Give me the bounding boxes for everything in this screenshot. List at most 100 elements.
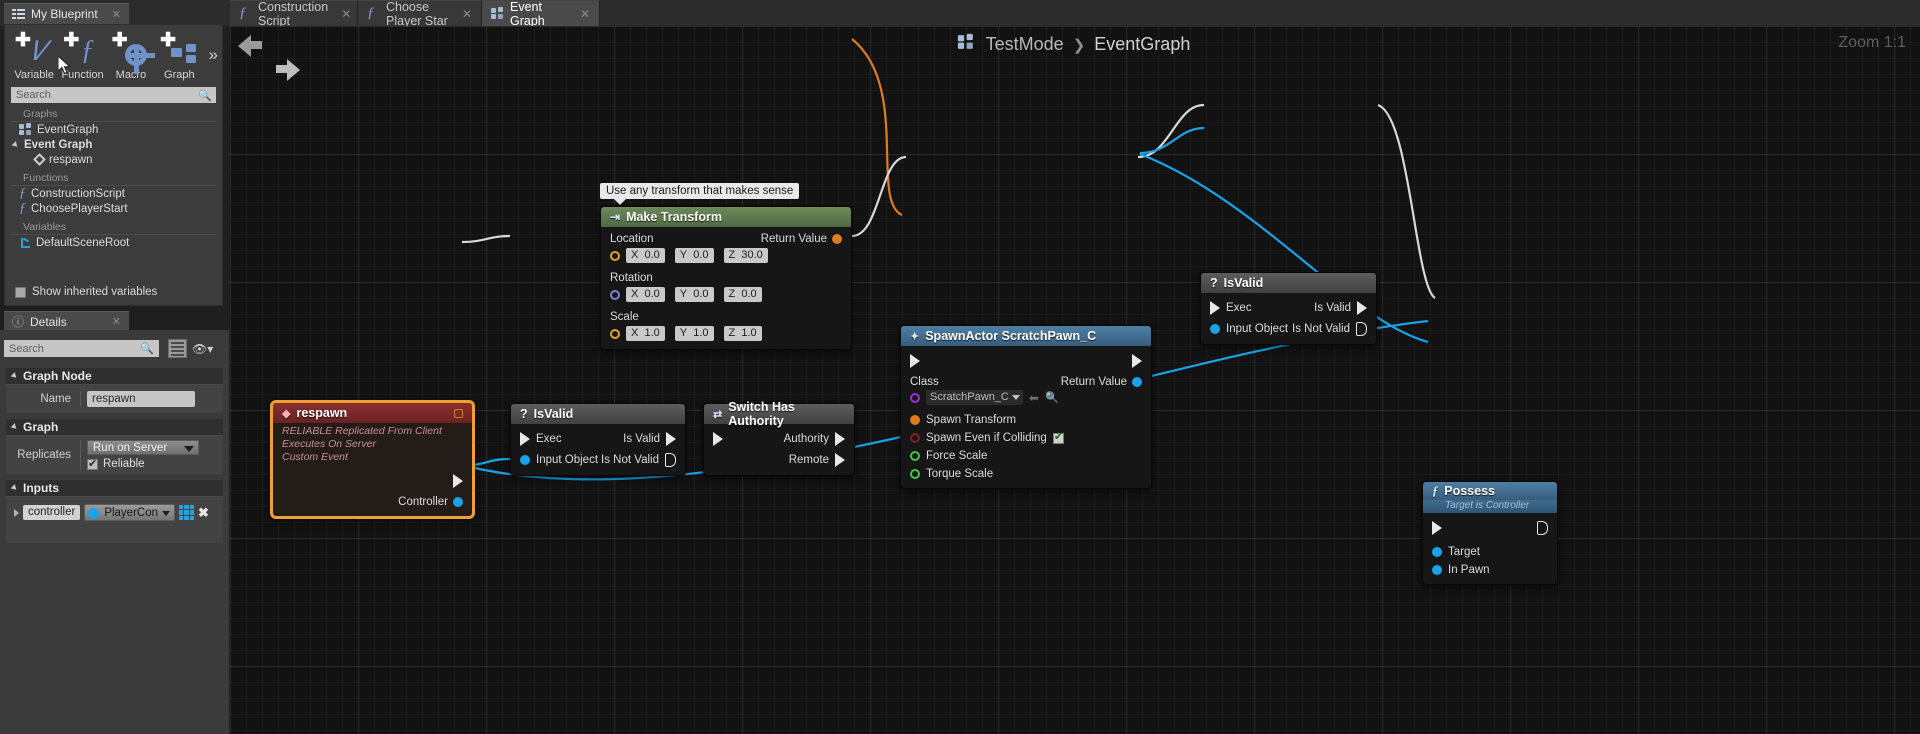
output-exec-pin-remote[interactable]: [835, 453, 845, 467]
collapse-triangle-icon[interactable]: [10, 372, 19, 380]
details-tab[interactable]: ⓘ Details ✕: [4, 311, 129, 331]
section-header-inputs[interactable]: Inputs: [6, 480, 223, 497]
node-delegate-pin[interactable]: [454, 408, 463, 418]
tree-item-eventgraph[interactable]: EventGraph: [5, 122, 222, 137]
input-pin-location[interactable]: [610, 250, 620, 261]
input-exec-pin[interactable]: [1432, 521, 1442, 535]
input-pin-force-scale[interactable]: [910, 451, 920, 461]
input-exec-pin[interactable]: [520, 432, 530, 446]
browse-search-icon[interactable]: 🔍: [1045, 391, 1059, 404]
expand-triangle-icon[interactable]: [14, 508, 19, 517]
my-blueprint-search-input[interactable]: Search 🔍: [11, 87, 216, 103]
input-exec-pin[interactable]: [1210, 301, 1220, 315]
name-field[interactable]: respawn: [87, 391, 195, 407]
rotation-z-field[interactable]: Z 0.0: [723, 287, 762, 302]
browse-back-icon[interactable]: ⬅: [1029, 391, 1039, 405]
input-pin-class[interactable]: [910, 392, 920, 403]
location-x-field[interactable]: X 0.0: [626, 248, 665, 263]
node-isvalid-2[interactable]: ? IsValid Exec Is Valid Input Object Is …: [1200, 272, 1377, 345]
tab-construction-script[interactable]: ƒ Construction Script ✕: [230, 0, 358, 28]
output-pin-return-value[interactable]: [1132, 377, 1142, 387]
output-exec-pin-is-valid[interactable]: [666, 432, 676, 446]
node-isvalid-1[interactable]: ? IsValid Exec Is Valid Input Object Is …: [510, 403, 686, 476]
tab-choose-player-star[interactable]: ƒ Choose Player Star ✕: [358, 0, 482, 28]
location-z-field[interactable]: Z 30.0: [723, 248, 768, 263]
node-make-transform[interactable]: ⇥ Make Transform Location Return Value X…: [600, 206, 852, 350]
output-exec-pin[interactable]: [1132, 354, 1142, 368]
section-title: Graph: [23, 420, 59, 434]
output-pin-return-value[interactable]: [832, 234, 842, 244]
replicates-dropdown[interactable]: Run on Server: [87, 440, 199, 455]
tree-item-defaultsceneroot[interactable]: DefaultSceneRoot: [5, 235, 222, 250]
section-header-graph-node[interactable]: Graph Node: [6, 368, 223, 385]
node-respawn-event[interactable]: ◆ respawn RELIABLE Replicated From Clien…: [272, 402, 473, 517]
breadcrumb-leaf[interactable]: EventGraph: [1094, 34, 1190, 55]
array-grid-icon[interactable]: [179, 505, 195, 520]
tree-item-event-graph-group[interactable]: Event Graph: [5, 137, 222, 152]
input-pin-torque-scale[interactable]: [910, 469, 920, 479]
output-exec-pin[interactable]: [453, 474, 463, 488]
input-pin-target[interactable]: [1432, 547, 1442, 557]
input-name-field[interactable]: controller: [23, 505, 81, 520]
output-exec-pin-is-valid[interactable]: [1357, 301, 1367, 315]
collapse-triangle-icon[interactable]: [10, 423, 19, 431]
pin-label-input-object: Input Object: [1226, 323, 1289, 335]
input-pin-rotation[interactable]: [610, 289, 620, 300]
close-icon[interactable]: ✕: [112, 315, 121, 328]
close-icon[interactable]: ✕: [580, 7, 590, 21]
eye-icon[interactable]: 👁▾: [192, 342, 213, 356]
show-inherited-variables-row[interactable]: Show inherited variables: [15, 286, 157, 298]
close-icon[interactable]: ✕: [341, 7, 351, 21]
tree-item-respawn[interactable]: respawn: [5, 152, 222, 167]
input-pin-input-object[interactable]: [1210, 324, 1220, 334]
output-exec-pin[interactable]: [1537, 521, 1548, 535]
rotation-x-field[interactable]: X 0.0: [626, 287, 665, 302]
grid-view-icon[interactable]: [168, 339, 187, 358]
tab-event-graph[interactable]: Event Graph ✕: [482, 0, 600, 28]
output-exec-pin-is-not-valid[interactable]: [1356, 322, 1367, 336]
collapse-triangle-icon[interactable]: [10, 484, 19, 492]
output-exec-pin-authority[interactable]: [835, 432, 845, 446]
pin-row-authority: Authority: [704, 430, 854, 448]
input-pin-scale[interactable]: [610, 328, 620, 339]
blueprint-graph-canvas[interactable]: TestMode ❯ EventGraph Zoom 1:1 Use any t…: [230, 26, 1920, 734]
breadcrumb-root[interactable]: TestMode: [986, 34, 1064, 55]
spawn-even-if-colliding-checkbox[interactable]: ✔: [1052, 431, 1064, 444]
scale-z-field[interactable]: Z 1.0: [723, 326, 762, 341]
scale-y-field[interactable]: Y 1.0: [674, 326, 714, 341]
reliable-row[interactable]: Reliable: [87, 457, 223, 470]
node-spawn-actor[interactable]: ✦ SpawnActor ScratchPawn_C Class Return …: [900, 325, 1152, 489]
input-exec-pin[interactable]: [713, 432, 723, 446]
add-variable-button[interactable]: ✚ 𝑉 Variable: [11, 31, 57, 81]
section-header-graph[interactable]: Graph: [6, 419, 223, 436]
class-dropdown[interactable]: ScratchPawn_C: [926, 390, 1023, 405]
output-pin-controller[interactable]: [453, 497, 463, 507]
forward-arrow-icon[interactable]: [274, 58, 300, 82]
tree-item-chooseplayerstart[interactable]: ƒ ChoosePlayerStart: [5, 201, 222, 216]
show-inherited-checkbox[interactable]: [15, 286, 26, 298]
location-y-field[interactable]: Y 0.0: [674, 248, 714, 263]
reliable-checkbox[interactable]: [87, 457, 98, 470]
rotation-y-field[interactable]: Y 0.0: [674, 287, 714, 302]
close-icon[interactable]: ✕: [462, 7, 472, 21]
close-icon[interactable]: ✕: [112, 8, 121, 21]
tab-label: Event Graph: [510, 0, 545, 28]
details-search-input[interactable]: Search 🔍: [4, 340, 159, 357]
expand-triangle-icon[interactable]: [11, 140, 20, 149]
input-pin-spawn-even-if-colliding[interactable]: [910, 433, 920, 443]
input-pin-input-object[interactable]: [520, 455, 530, 465]
input-exec-pin[interactable]: [910, 354, 920, 368]
input-pin-spawn-transform[interactable]: [910, 415, 920, 425]
scale-x-field[interactable]: X 1.0: [626, 326, 665, 341]
input-pin-in-pawn[interactable]: [1432, 565, 1442, 575]
input-type-dropdown[interactable]: PlayerCon: [84, 504, 176, 521]
remove-x-icon[interactable]: ✖: [198, 505, 209, 521]
node-possess[interactable]: ƒ Possess Target is Controller Target In…: [1422, 481, 1558, 585]
my-blueprint-tab[interactable]: My Blueprint ✕: [4, 3, 129, 24]
add-macro-button[interactable]: ✚ Macro: [108, 31, 155, 81]
add-graph-button[interactable]: ✚ Graph: [156, 31, 202, 81]
output-exec-pin-is-not-valid[interactable]: [665, 453, 676, 467]
node-switch-has-authority[interactable]: ⇄ Switch Has Authority Authority Remote: [703, 400, 855, 476]
chevron-double-right-icon[interactable]: »: [205, 31, 218, 65]
tree-item-constructionscript[interactable]: ƒ ConstructionScript: [5, 186, 222, 201]
